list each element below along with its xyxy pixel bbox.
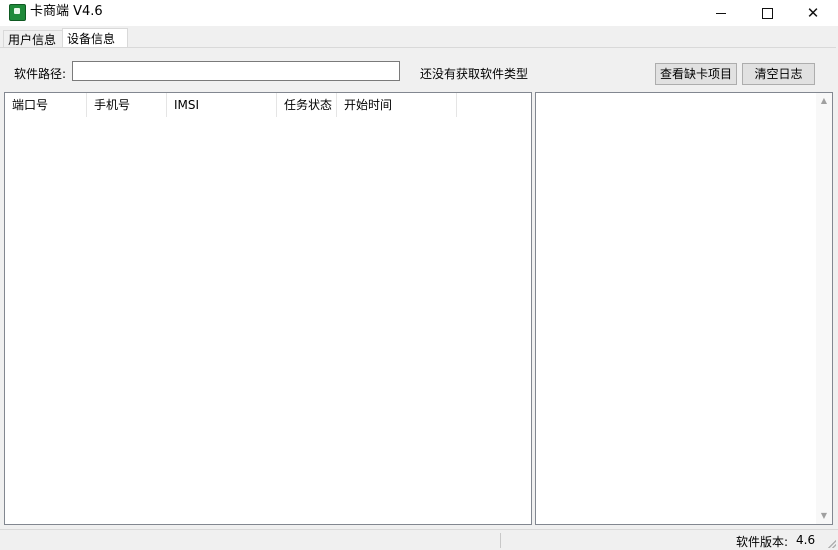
log-scrollbar[interactable]: ▲ ▼ xyxy=(816,93,832,524)
version-value: 4.6 xyxy=(796,533,816,547)
client-area: 用户信息 设备信息 软件路径: 还没有获取软件类型 查看缺卡项目 清空日志 端口… xyxy=(0,26,838,530)
device-table[interactable]: 端口号 手机号 IMSI 任务状态 开始时间 xyxy=(4,92,532,525)
clear-log-button[interactable]: 清空日志 xyxy=(742,63,815,85)
column-header-task-status[interactable]: 任务状态 xyxy=(277,93,337,117)
log-textarea[interactable]: ▲ ▼ xyxy=(535,92,833,525)
resize-grip-icon[interactable] xyxy=(826,538,836,548)
column-header-imsi[interactable]: IMSI xyxy=(167,93,277,117)
window-title: 卡商端 V4.6 xyxy=(30,4,103,19)
maximize-icon xyxy=(761,7,773,19)
software-path-label: 软件路径: xyxy=(14,67,67,81)
title-bar: 卡商端 V4.6 ✕ xyxy=(0,0,838,26)
tab-device-info[interactable]: 设备信息 xyxy=(62,28,128,49)
column-header-phone[interactable]: 手机号 xyxy=(87,93,167,117)
scroll-up-icon[interactable]: ▲ xyxy=(816,93,832,109)
status-divider xyxy=(500,533,501,548)
view-missing-card-button[interactable]: 查看缺卡项目 xyxy=(655,63,737,85)
minimize-button[interactable] xyxy=(698,0,744,26)
device-info-panel: 软件路径: 还没有获取软件类型 查看缺卡项目 清空日志 端口号 手机号 IMSI… xyxy=(0,47,836,530)
column-header-port[interactable]: 端口号 xyxy=(5,93,87,117)
software-type-status: 还没有获取软件类型 xyxy=(420,67,529,81)
table-body xyxy=(5,117,531,524)
app-icon xyxy=(9,4,26,21)
scroll-down-icon[interactable]: ▼ xyxy=(816,508,832,524)
close-icon: ✕ xyxy=(806,4,820,22)
column-header-start-time[interactable]: 开始时间 xyxy=(337,93,457,117)
software-path-input[interactable] xyxy=(72,61,400,81)
table-header: 端口号 手机号 IMSI 任务状态 开始时间 xyxy=(5,93,531,117)
close-button[interactable]: ✕ xyxy=(790,0,836,26)
version-label: 软件版本: xyxy=(736,535,789,549)
status-bar: 软件版本: 4.6 xyxy=(0,529,838,550)
maximize-button[interactable] xyxy=(744,0,790,26)
minimize-icon xyxy=(716,13,726,14)
